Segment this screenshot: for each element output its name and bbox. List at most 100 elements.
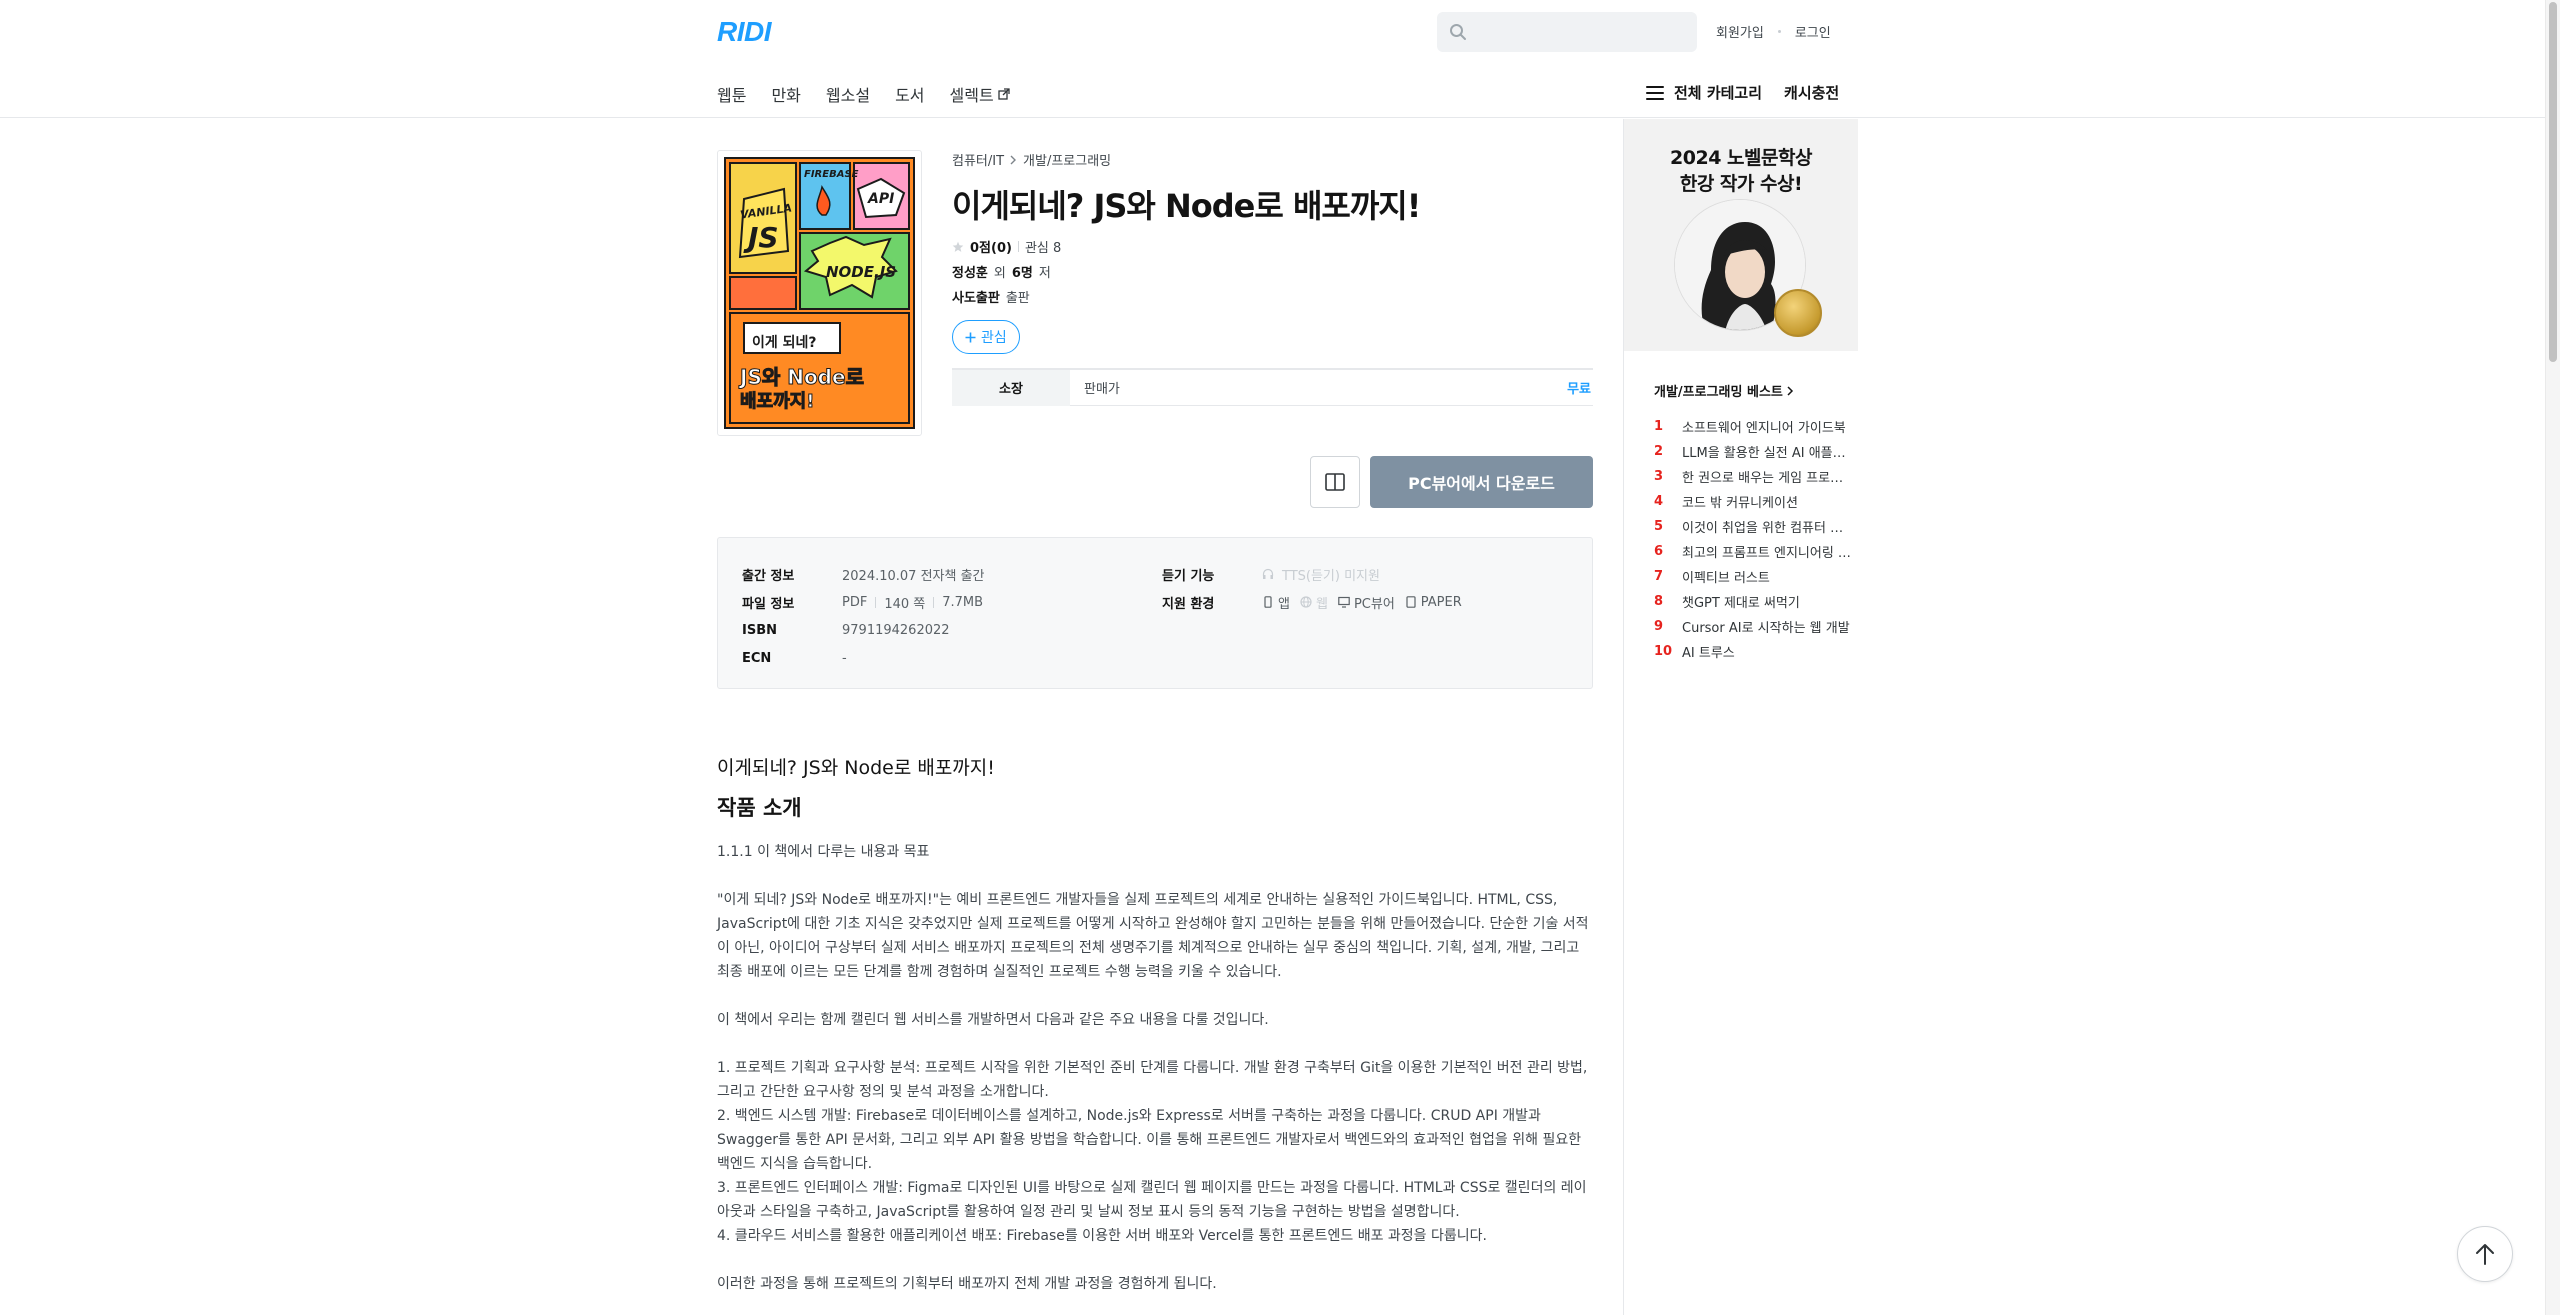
book-name: AI 트루스 — [1682, 646, 1735, 661]
env-app: 앱 — [1262, 593, 1290, 612]
breadcrumb-item[interactable]: 컴퓨터/IT — [952, 150, 1004, 169]
detail-key: 지원 환경 — [1162, 596, 1215, 612]
breadcrumb-item[interactable]: 개발/프로그래밍 — [1023, 150, 1111, 169]
intro-subtitle: 이게되네? JS와 Node로 배포까지! — [717, 757, 995, 779]
banner-line1: 2024 노벨문학상 — [1670, 147, 1812, 169]
bestseller-list: 1 소프트웨어 엔지니어 가이드북 2 LLM을 활용한 실전 AI 애플리케이션 … — [1654, 414, 1858, 664]
menu-icon[interactable] — [1646, 85, 1664, 100]
env-label: PC뷰어 — [1353, 596, 1395, 612]
wish-button[interactable]: 관심 — [952, 320, 1020, 354]
list-item[interactable]: 10 AI 트루스 — [1654, 639, 1858, 664]
rank-number: 5 — [1654, 519, 1664, 534]
listen-value: TTS(듣기) 미지원 — [1262, 565, 1380, 584]
pc-viewer-download-button[interactable]: PC뷰어에서 다운로드 — [1370, 456, 1593, 508]
env-web: 웹 — [1300, 593, 1328, 612]
cover-title-line3: 배포까지! — [739, 391, 815, 413]
book-cover-frame[interactable]: VANILLA JS FIREBASE API NODE.JS 이게 되네? J… — [717, 150, 922, 436]
book-name: Cursor AI로 시작하는 웹 개발 — [1682, 621, 1850, 636]
cover-text-js: JS — [748, 221, 779, 254]
details-left: 출간 정보 2024.10.07 전자책 출간 파일 정보 PDF 140 쪽 … — [742, 560, 985, 672]
list-item[interactable]: 1 소프트웨어 엔지니어 가이드북 — [1654, 414, 1858, 439]
nav-webnovel[interactable]: 웹소설 — [826, 82, 870, 106]
nav-webtoon[interactable]: 웹툰 — [717, 82, 746, 106]
book-name: 이펙티브 러스트 — [1682, 571, 1770, 586]
phone-icon — [1264, 596, 1272, 608]
list-item[interactable]: 5 이것이 취업을 위한 컴퓨터 과학이다 — [1654, 514, 1858, 539]
site-header: RIDI 회원가입 로그인 웹툰 만화 웹소설 도서 셀렉트 전체 카테고리 캐… — [0, 0, 2545, 118]
page-scrollbar[interactable] — [2545, 0, 2560, 1315]
rating-value: 0점(0) — [970, 241, 1012, 256]
chevron-right-icon — [1787, 385, 1793, 396]
rank-number: 1 — [1654, 419, 1664, 434]
nav-select[interactable]: 셀렉트 — [950, 82, 1010, 106]
all-categories-link[interactable]: 전체 카테고리 — [1674, 82, 1762, 103]
list-item[interactable]: 8 챗GPT 제대로 써먹기 — [1654, 589, 1858, 614]
listen-row: 듣기 기능 TTS(듣기) 미지원 — [1162, 560, 1472, 588]
price-label: 판매가 — [1084, 382, 1120, 397]
cover-title-line1: 이게 되네? — [752, 335, 817, 351]
publisher-line: 사도출판 출판 — [952, 287, 1593, 306]
list-item[interactable]: 9 Cursor AI로 시작하는 웹 개발 — [1654, 614, 1858, 639]
list-item[interactable]: 7 이펙티브 러스트 — [1654, 564, 1858, 589]
list-item[interactable]: 6 최고의 프롬프트 엔지니어링 강의 — [1654, 539, 1858, 564]
rank-number: 2 — [1654, 444, 1664, 459]
detail-value: 2024.10.07 전자책 출간 — [842, 568, 985, 584]
book-details-box: 출간 정보 2024.10.07 전자책 출간 파일 정보 PDF 140 쪽 … — [717, 537, 1593, 689]
divider — [933, 596, 935, 608]
book-introduction: 이게되네? JS와 Node로 배포까지! 작품 소개 1.1.1 이 책에서 … — [717, 753, 1593, 1296]
author-mid: 외 — [993, 266, 1006, 281]
book-title: 이게되네? JS와 Node로 배포까지! — [952, 187, 1421, 225]
divider — [875, 596, 877, 608]
list-item[interactable]: 2 LLM을 활용한 실전 AI 애플리케이션 개발 — [1654, 439, 1858, 464]
detail-key: 파일 정보 — [742, 596, 795, 612]
arrow-up-icon — [2476, 1244, 2494, 1265]
nav-books[interactable]: 도서 — [895, 82, 924, 106]
rank-number: 4 — [1654, 494, 1664, 509]
monitor-icon — [1338, 596, 1350, 608]
price-value: 무료 — [1567, 382, 1591, 397]
nav-comics[interactable]: 만화 — [771, 82, 800, 106]
book-name: 챗GPT 제대로 써먹기 — [1682, 596, 1800, 611]
book-name: LLM을 활용한 실전 AI 애플리케이션 개발 — [1682, 446, 1852, 461]
list-item[interactable]: 3 한 권으로 배우는 게임 프로그래밍 — [1654, 464, 1858, 489]
nav-label: 만화 — [771, 86, 801, 105]
search-input[interactable] — [1475, 12, 1690, 52]
preview-button[interactable] — [1310, 456, 1360, 508]
scrollbar-thumb[interactable] — [2549, 2, 2557, 362]
ereader-icon — [1406, 596, 1416, 608]
file-size: 7.7MB — [942, 594, 984, 610]
env-paper: PAPER — [1405, 595, 1462, 610]
search-box[interactable] — [1437, 12, 1697, 52]
ridi-logo[interactable]: RIDI — [717, 16, 772, 48]
signup-link[interactable]: 회원가입 — [1716, 22, 1764, 41]
author-name[interactable]: 정성훈 — [952, 262, 988, 281]
list-item[interactable]: 4 코드 밖 커뮤니케이션 — [1654, 489, 1858, 514]
nav-label: 도서 — [895, 86, 925, 105]
book-name: 이것이 취업을 위한 컴퓨터 과학이다 — [1682, 521, 1852, 536]
publisher-name[interactable]: 사도출판 — [952, 287, 1000, 306]
cash-charge-link[interactable]: 캐시충전 — [1784, 82, 1839, 103]
plus-icon — [965, 332, 976, 342]
cover-title-line2: JS와 Node로 — [740, 365, 865, 390]
nav-label: 웹툰 — [717, 86, 747, 105]
rank-number: 6 — [1654, 544, 1664, 559]
own-tab[interactable]: 소장 — [952, 369, 1070, 406]
detail-key: ECN — [742, 650, 772, 666]
login-link[interactable]: 로그인 — [1795, 22, 1831, 41]
interest-count: 관심 8 — [1024, 241, 1062, 256]
author-count[interactable]: 6명 — [1012, 262, 1033, 281]
nobel-banner[interactable]: 2024 노벨문학상 한강 작가 수상! — [1624, 119, 1858, 351]
release-row: 출간 정보 2024.10.07 전자책 출간 — [742, 560, 985, 588]
bestseller-title[interactable]: 개발/프로그래밍 베스트 — [1654, 381, 1858, 400]
detail-value: 9791194262022 — [842, 622, 950, 638]
ecn-row: ECN - — [742, 644, 985, 672]
star-icon — [952, 241, 964, 252]
scroll-to-top-button[interactable] — [2457, 1226, 2513, 1282]
env-pc: PC뷰어 — [1338, 593, 1395, 612]
cover-text-node: NODE.JS — [826, 263, 897, 281]
isbn-row: ISBN 9791194262022 — [742, 616, 985, 644]
detail-key: ISBN — [742, 622, 777, 638]
book-name: 코드 밖 커뮤니케이션 — [1682, 496, 1798, 511]
nav-label: 웹소설 — [825, 86, 871, 105]
sidebar: 2024 노벨문학상 한강 작가 수상! 개발/프로그래밍 베스트 1 소프트웨어… — [1623, 119, 2560, 1315]
